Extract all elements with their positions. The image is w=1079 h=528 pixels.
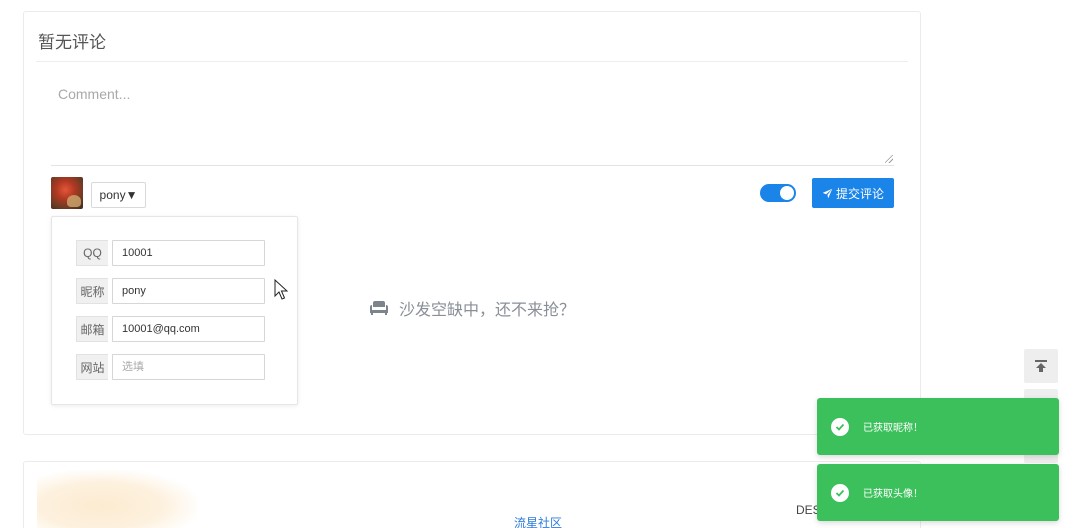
user-info-panel: QQ 昵称 邮箱 网站 — [51, 216, 298, 405]
toast-avatar: 已获取头像！ — [817, 464, 1059, 521]
field-row-email: 邮箱 — [76, 316, 265, 342]
toast-nickname: 已获取昵称！ — [817, 398, 1059, 455]
nickname-input[interactable] — [112, 278, 265, 304]
footer-card: 流星社区 DES — [23, 461, 921, 528]
nickname-select[interactable]: pony▼ — [91, 182, 146, 208]
qq-input[interactable] — [112, 240, 265, 266]
resize-grip-icon[interactable] — [885, 155, 893, 163]
check-circle-icon — [831, 417, 849, 436]
field-row-qq: QQ — [76, 240, 265, 266]
website-input[interactable] — [112, 354, 265, 380]
toggle-knob — [780, 186, 794, 200]
check-circle-icon — [831, 483, 849, 502]
comment-textarea[interactable] — [51, 80, 894, 166]
avatar — [51, 177, 83, 209]
empty-message-text: 沙发空缺中，还不来抢？ — [399, 300, 576, 319]
arrow-to-top-icon — [1035, 360, 1047, 372]
comment-card: 暂无评论 pony▼ 提交评论 QQ 昵称 邮箱 网站 — [23, 11, 921, 435]
submit-label: 提交评论 — [835, 186, 884, 201]
divider — [36, 61, 908, 62]
paper-plane-icon — [822, 188, 833, 198]
empty-comments-message: 沙发空缺中，还不来抢？ — [369, 296, 575, 320]
website-label: 网站 — [76, 354, 108, 380]
submit-comment-button[interactable]: 提交评论 — [812, 178, 894, 208]
toast-message: 已获取昵称！ — [863, 423, 923, 434]
email-label: 邮箱 — [76, 316, 108, 342]
toggle-switch[interactable] — [760, 184, 796, 202]
toast-message: 已获取头像！ — [863, 489, 923, 500]
comment-card-title: 暂无评论 — [38, 33, 106, 53]
qq-label: QQ — [76, 240, 108, 266]
field-row-website: 网站 — [76, 354, 265, 380]
email-input[interactable] — [112, 316, 265, 342]
back-to-top-button[interactable] — [1024, 349, 1058, 383]
footer-decoration — [37, 470, 197, 528]
field-row-nickname: 昵称 — [76, 278, 265, 304]
footer-link[interactable]: 流星社区 — [514, 514, 562, 528]
sofa-icon — [370, 301, 388, 315]
mouse-cursor-icon — [274, 279, 288, 300]
nickname-label: 昵称 — [76, 278, 108, 304]
